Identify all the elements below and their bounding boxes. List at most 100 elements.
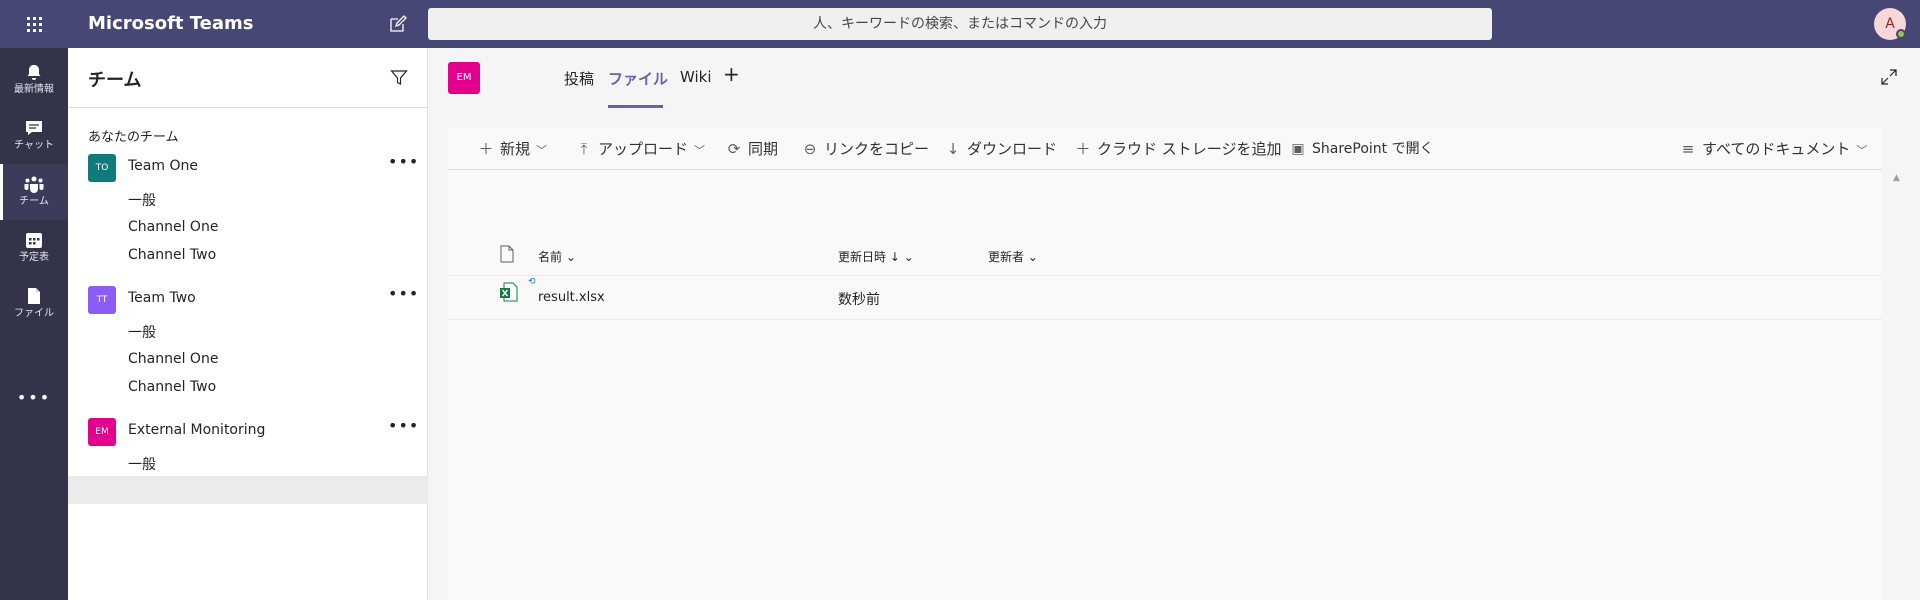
main-content: EM 投稿 ファイル Wiki + ＋ 新規 ﹀ ⤒ アップロード ﹀ ⟳ 同期 ⊖ リンク…: [429, 48, 1920, 600]
column-header-modified[interactable]: 更新日時 ↓ ⌄: [838, 248, 914, 265]
more-options-button[interactable]: •••: [388, 416, 419, 435]
more-options-button[interactable]: •••: [388, 284, 419, 303]
view-label: すべてのドキュメント: [1702, 140, 1851, 158]
team-item-team-two[interactable]: TT Team Two •••: [68, 280, 428, 316]
sharepoint-icon: ▣: [1291, 141, 1305, 157]
download-label: ダウンロード: [967, 140, 1058, 158]
list-view-icon: ≡: [1681, 140, 1695, 158]
teams-pane: チーム あなたのチーム TO Team One ••• 一般 Channel O…: [68, 48, 428, 600]
plus-icon: ＋: [478, 140, 494, 158]
presence-status-icon: [1896, 29, 1906, 39]
app-rail: 最新情報 チャット チーム 予定表 ファイル •••: [0, 48, 68, 600]
chevron-down-icon: ⌄: [1027, 250, 1038, 264]
copy-link-button[interactable]: ⊖ リンクをコピー: [802, 128, 929, 170]
team-item-team-one[interactable]: TO Team One •••: [68, 148, 428, 184]
row-divider: [448, 319, 1882, 320]
selected-channel-highlight[interactable]: [68, 476, 428, 504]
chat-icon: [26, 121, 42, 135]
rail-label: チーム: [19, 196, 49, 207]
expand-icon[interactable]: [1880, 68, 1898, 86]
header-divider: [448, 275, 1882, 276]
channel-item-general[interactable]: 一般: [128, 454, 156, 474]
active-tab-indicator: [608, 105, 663, 108]
app-launcher-button[interactable]: [0, 0, 68, 48]
sort-descending-icon: ↓: [889, 250, 900, 264]
sync-icon: ⟳: [727, 140, 741, 158]
chevron-down-icon: ⌄: [565, 250, 576, 264]
excel-file-icon: [500, 282, 518, 302]
sync-label: 同期: [748, 140, 779, 158]
new-label: 新規: [500, 140, 531, 158]
files-icon: [28, 288, 40, 304]
team-name: Team One: [128, 158, 198, 174]
command-bar: ＋ 新規 ﹀ ⤒ アップロード ﹀ ⟳ 同期 ⊖ リンクをコピー ↓ ダウンロード ＋ クラウド…: [448, 128, 1882, 170]
teams-pane-header: チーム: [68, 48, 427, 108]
tab-wiki[interactable]: Wiki: [680, 68, 712, 86]
new-button[interactable]: ＋ 新規 ﹀: [478, 128, 547, 170]
view-selector[interactable]: ≡ すべてのドキュメント ﹀: [1680, 128, 1868, 170]
channel-item-channel-two[interactable]: Channel Two: [128, 379, 216, 395]
tab-files[interactable]: ファイル: [608, 68, 668, 89]
file-name-link[interactable]: result.xlsx: [538, 290, 605, 305]
rail-item-chat[interactable]: チャット: [0, 108, 68, 164]
copy-link-label: リンクをコピー: [824, 140, 930, 158]
rail-label: ファイル: [14, 308, 54, 319]
rail-item-activity[interactable]: 最新情報: [0, 52, 68, 108]
filter-icon[interactable]: [390, 69, 408, 87]
chevron-down-icon: ﹀: [694, 144, 706, 157]
channel-item-channel-two[interactable]: Channel Two: [128, 247, 216, 263]
chevron-down-icon: ⌄: [903, 250, 914, 264]
tab-posts[interactable]: 投稿: [564, 68, 594, 89]
bell-icon: [27, 65, 41, 80]
download-button[interactable]: ↓ ダウンロード: [945, 128, 1057, 170]
channel-header: EM 投稿 ファイル Wiki +: [429, 48, 1920, 108]
team-avatar: EM: [88, 418, 116, 446]
plus-icon: ＋: [1075, 140, 1091, 158]
column-name-label: 名前: [538, 250, 563, 264]
rail-label: 予定表: [19, 252, 49, 263]
top-bar: Microsoft Teams 人、キーワードの検索、またはコマンドの入力 A: [0, 0, 1920, 48]
more-apps-button[interactable]: •••: [0, 388, 68, 407]
chevron-down-icon: ﹀: [1856, 144, 1868, 157]
search-input[interactable]: 人、キーワードの検索、またはコマンドの入力: [428, 8, 1492, 40]
upload-icon: ⤒: [580, 140, 588, 158]
upload-label: アップロード: [598, 140, 689, 158]
rail-label: チャット: [14, 140, 54, 151]
channel-item-general[interactable]: 一般: [128, 190, 156, 210]
team-avatar: TT: [88, 286, 116, 314]
pane-title: チーム: [88, 70, 142, 91]
teams-icon: [24, 176, 44, 193]
more-options-button[interactable]: •••: [388, 152, 419, 171]
scroll-up-arrow[interactable]: ▲: [1893, 173, 1900, 183]
team-item-external-monitoring[interactable]: EM External Monitoring •••: [68, 412, 428, 448]
column-header-modified-by[interactable]: 更新者 ⌄: [988, 248, 1038, 265]
channel-item-channel-one[interactable]: Channel One: [128, 219, 218, 235]
channel-item-general[interactable]: 一般: [128, 322, 156, 342]
sync-status-icon: ⟲: [528, 277, 536, 287]
channel-item-channel-one[interactable]: Channel One: [128, 351, 218, 367]
rail-item-teams[interactable]: チーム: [0, 164, 68, 220]
rail-item-calendar[interactable]: 予定表: [0, 220, 68, 276]
team-name: Team Two: [128, 290, 196, 306]
rail-item-files[interactable]: ファイル: [0, 276, 68, 332]
add-tab-button[interactable]: +: [723, 62, 740, 86]
file-modified: 数秒前: [838, 292, 880, 308]
file-type-icon[interactable]: [500, 245, 514, 263]
add-cloud-storage-label: クラウド ストレージを追加: [1097, 140, 1282, 158]
column-modified-by-label: 更新者: [988, 250, 1025, 264]
column-modified-label: 更新日時: [838, 250, 887, 264]
document-library: 名前 ⌄ 更新日時 ↓ ⌄ 更新者 ⌄ ⟲ result.xlsx 数秒前: [448, 170, 1882, 600]
add-cloud-storage-button[interactable]: ＋ クラウド ストレージを追加: [1075, 128, 1281, 170]
column-header-name[interactable]: 名前 ⌄: [538, 248, 576, 265]
rail-label: 最新情報: [14, 84, 54, 95]
chevron-down-icon: ﹀: [536, 144, 548, 157]
download-icon: ↓: [946, 140, 960, 158]
sync-button[interactable]: ⟳ 同期: [726, 128, 778, 170]
open-in-sharepoint-button[interactable]: ▣ SharePoint で開く: [1290, 128, 1434, 170]
compose-icon[interactable]: [388, 14, 408, 34]
sharepoint-label: SharePoint で開く: [1312, 141, 1434, 157]
upload-button[interactable]: ⤒ アップロード ﹀: [576, 128, 705, 170]
app-title: Microsoft Teams: [88, 13, 254, 34]
team-name: External Monitoring: [128, 422, 266, 438]
section-label-your-teams: あなたのチーム: [88, 130, 179, 145]
